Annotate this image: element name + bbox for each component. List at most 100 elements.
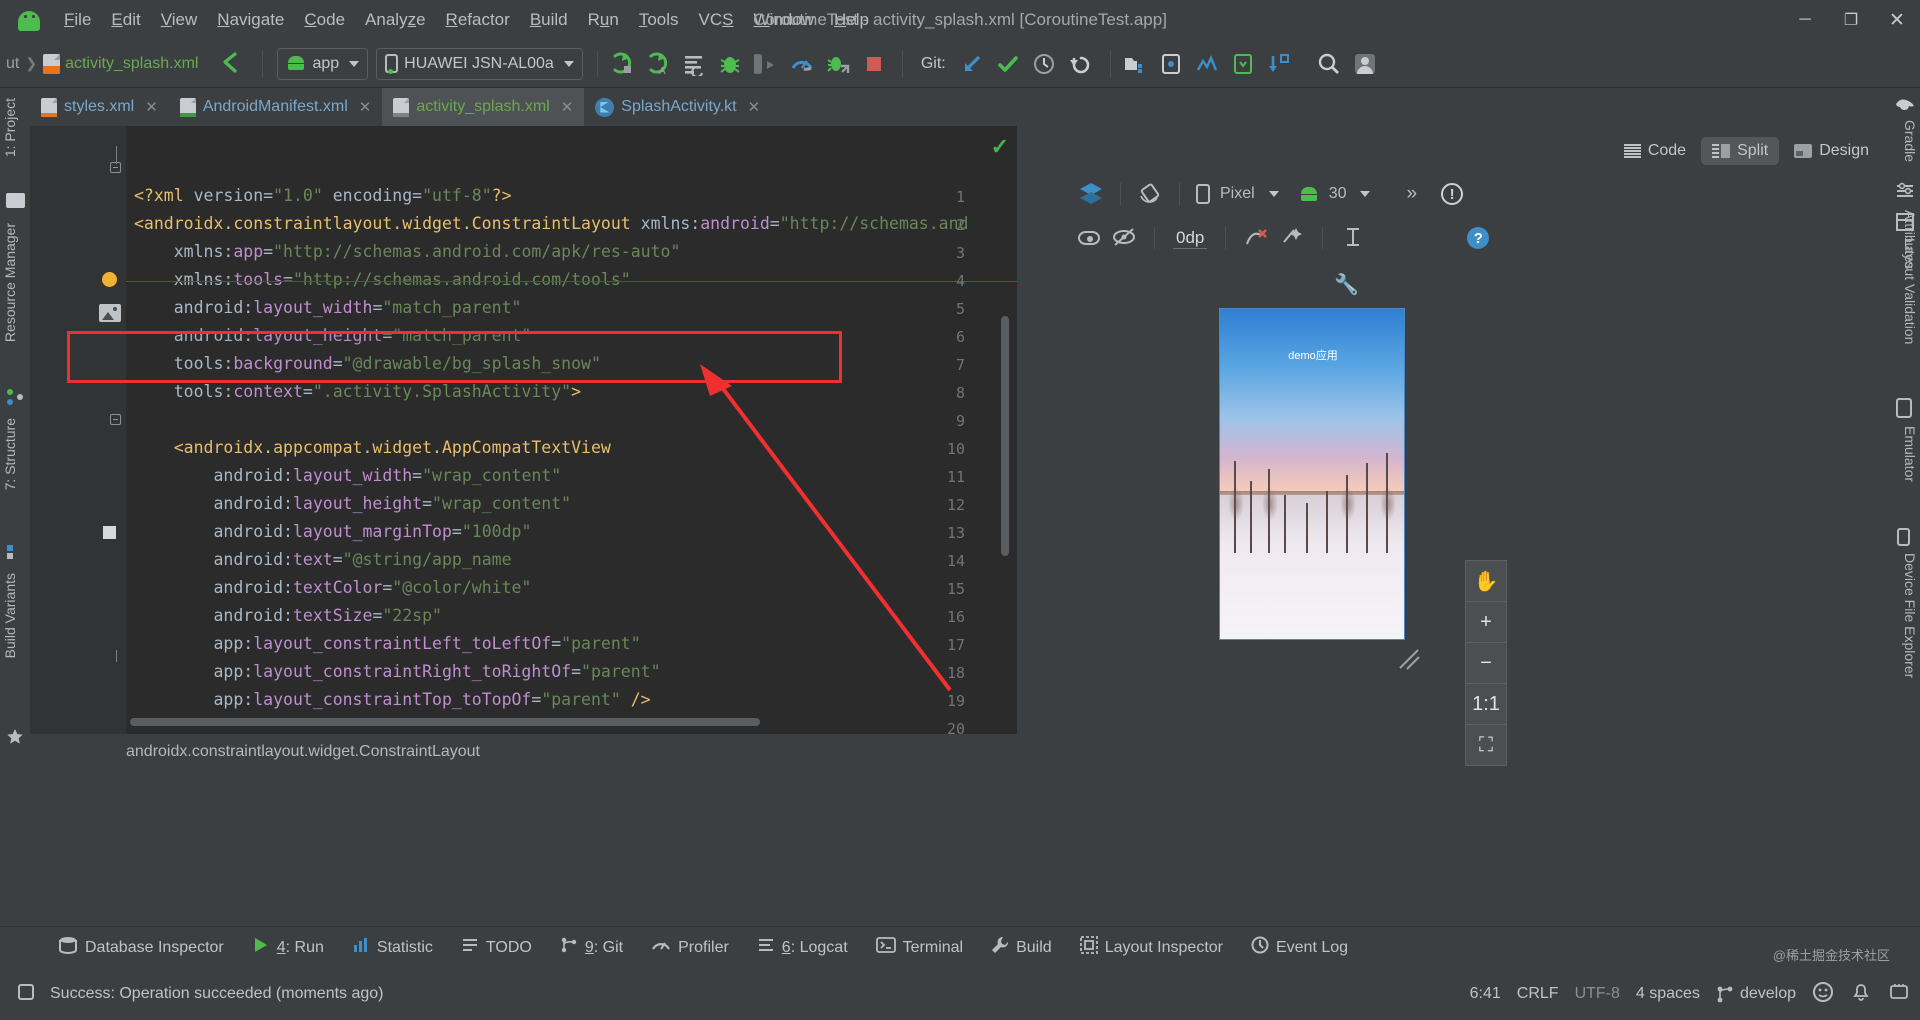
- bottom-tool-terminal[interactable]: Terminal: [862, 932, 977, 963]
- menu-item-view[interactable]: View: [151, 6, 208, 34]
- indent-setting[interactable]: 4 spaces: [1636, 985, 1700, 1003]
- default-margin-value[interactable]: 0dp: [1173, 228, 1207, 249]
- user-avatar-icon[interactable]: [1347, 46, 1383, 82]
- menu-item-tools[interactable]: Tools: [629, 6, 689, 34]
- menu-item-build[interactable]: Build: [520, 6, 578, 34]
- avd-manager-icon[interactable]: [1153, 46, 1189, 82]
- clear-constraints-icon[interactable]: [1244, 226, 1268, 251]
- menu-item-file[interactable]: File: [54, 6, 101, 34]
- stop-icon[interactable]: [856, 46, 892, 82]
- device-explorer-icon[interactable]: [1225, 46, 1261, 82]
- sync-gradle-icon[interactable]: [1261, 46, 1297, 82]
- sidebar-item-build-variants[interactable]: Build Variants: [2, 573, 28, 658]
- bottom-tool-todo[interactable]: TODO: [447, 932, 546, 963]
- orientation-icon[interactable]: [1137, 181, 1163, 208]
- bottom-tool-statistic[interactable]: Statistic: [338, 932, 447, 963]
- zoom-actual-size-button[interactable]: 1:1: [1465, 683, 1507, 725]
- api-level-label[interactable]: 30: [1329, 185, 1347, 203]
- menu-item-help[interactable]: Help: [824, 6, 879, 34]
- zoom-out-button[interactable]: −: [1465, 642, 1507, 684]
- zoom-in-button[interactable]: +: [1465, 601, 1507, 643]
- memory-icon[interactable]: [1888, 981, 1910, 1008]
- notifications-icon[interactable]: [1850, 981, 1872, 1008]
- module-selector[interactable]: app: [277, 48, 368, 80]
- code-content[interactable]: <?xml version="1.0" encoding="utf-8"?><a…: [126, 126, 1017, 734]
- bottom-tool-build[interactable]: Build: [977, 932, 1066, 963]
- apply-changes-icon[interactable]: [676, 46, 712, 82]
- maximize-button[interactable]: ❐: [1828, 0, 1874, 40]
- infer-constraints-icon[interactable]: [1280, 226, 1304, 251]
- profiler-icon[interactable]: [784, 46, 820, 82]
- bottom-tool-database-inspector[interactable]: Database Inspector: [44, 932, 238, 963]
- breakpoint-marker[interactable]: [102, 272, 117, 287]
- wrench-icon[interactable]: 🔧: [1334, 272, 1359, 297]
- line-separator[interactable]: CRLF: [1517, 985, 1559, 1003]
- blueprint-toggle-icon[interactable]: [1112, 226, 1136, 251]
- editor-horizontal-scrollbar[interactable]: [130, 718, 760, 726]
- bottom-tool-layout-inspector[interactable]: Layout Inspector: [1066, 932, 1237, 963]
- bottom-tool-event-log[interactable]: Event Log: [1237, 932, 1362, 963]
- sdk-manager-icon[interactable]: [1189, 46, 1225, 82]
- view-mode-code-button[interactable]: Code: [1613, 137, 1697, 165]
- apply-code-changes-icon[interactable]: [820, 46, 856, 82]
- close-button[interactable]: ✕: [1874, 0, 1920, 40]
- view-options-icon[interactable]: [1078, 231, 1100, 245]
- run-with-coverage-icon[interactable]: A: [640, 46, 676, 82]
- resize-corner-handle[interactable]: [1396, 646, 1422, 677]
- attributes-icon[interactable]: [1896, 182, 1914, 203]
- menu-item-vcs[interactable]: VCS: [689, 6, 744, 34]
- file-encoding[interactable]: UTF-8: [1575, 985, 1620, 1003]
- attach-debugger-icon[interactable]: [748, 46, 784, 82]
- inspection-status-icon[interactable]: ✓: [991, 134, 1009, 160]
- view-mode-design-button[interactable]: Design: [1783, 137, 1880, 165]
- pan-tool-button[interactable]: ✋: [1465, 560, 1507, 602]
- close-tab-icon[interactable]: ✕: [561, 98, 574, 116]
- menu-item-navigate[interactable]: Navigate: [207, 6, 294, 34]
- editor-tab-splashactivity-kt[interactable]: SplashActivity.kt✕: [584, 88, 771, 126]
- menu-item-run[interactable]: Run: [578, 6, 629, 34]
- breadcrumb-file[interactable]: activity_splash.xml: [65, 55, 198, 73]
- favorites-icon[interactable]: [6, 728, 24, 749]
- color-preview-swatch[interactable]: [103, 526, 116, 539]
- git-commit-icon[interactable]: [990, 46, 1026, 82]
- attributes-label[interactable]: Attributes: [1892, 210, 1918, 269]
- editor-tab-styles-xml[interactable]: styles.xml✕: [30, 88, 169, 126]
- editor-tab-activity-splash-xml[interactable]: activity_splash.xml✕: [382, 88, 584, 126]
- close-tab-icon[interactable]: ✕: [359, 98, 372, 116]
- code-editor[interactable]: <?xml version="1.0" encoding="utf-8"?><a…: [30, 126, 1017, 734]
- bottom-tool-4-run[interactable]: 4: Run: [238, 932, 338, 963]
- search-icon[interactable]: [1311, 46, 1347, 82]
- view-mode-split-button[interactable]: Split: [1701, 137, 1779, 165]
- run-icon[interactable]: [604, 46, 640, 82]
- git-history-icon[interactable]: [1026, 46, 1062, 82]
- help-icon[interactable]: ?: [1467, 227, 1489, 249]
- design-mode-icon[interactable]: [1078, 181, 1104, 208]
- close-tab-icon[interactable]: ✕: [748, 98, 761, 116]
- chevron-down-icon[interactable]: [1269, 191, 1279, 197]
- back-arrow-icon[interactable]: [216, 49, 242, 78]
- chevron-down-icon[interactable]: [1360, 191, 1370, 197]
- sidebar-item-project[interactable]: 1: Project: [2, 98, 28, 157]
- device-preview-label[interactable]: Pixel: [1220, 185, 1255, 203]
- lock-icon[interactable]: [16, 982, 36, 1007]
- debug-icon[interactable]: [712, 46, 748, 82]
- menu-item-code[interactable]: Code: [294, 6, 355, 34]
- bottom-tool-profiler[interactable]: Profiler: [637, 932, 743, 963]
- caret-position[interactable]: 6:41: [1470, 985, 1501, 1003]
- git-update-icon[interactable]: [954, 46, 990, 82]
- git-branch[interactable]: develop: [1716, 985, 1796, 1003]
- inspections-icon[interactable]: [1812, 981, 1834, 1008]
- design-canvas[interactable]: 🔧 demo应用: [1064, 260, 1517, 734]
- image-preview-icon[interactable]: [99, 304, 121, 322]
- sidebar-item-resource-manager[interactable]: Resource Manager: [2, 223, 28, 342]
- project-structure-icon[interactable]: [1117, 46, 1153, 82]
- menu-item-analyze[interactable]: Analyze: [355, 6, 436, 34]
- guidelines-icon[interactable]: [1341, 226, 1365, 251]
- breadcrumb-first[interactable]: ut: [6, 55, 19, 73]
- device-selector[interactable]: HUAWEI JSN-AL00a: [376, 48, 583, 80]
- fold-marker-line10[interactable]: [110, 414, 123, 427]
- zoom-to-fit-button[interactable]: ⛶: [1465, 724, 1507, 766]
- menu-item-window[interactable]: Window: [744, 6, 824, 34]
- menu-item-edit[interactable]: Edit: [101, 6, 150, 34]
- editor-tab-androidmanifest-xml[interactable]: AndroidManifest.xml✕: [169, 88, 383, 126]
